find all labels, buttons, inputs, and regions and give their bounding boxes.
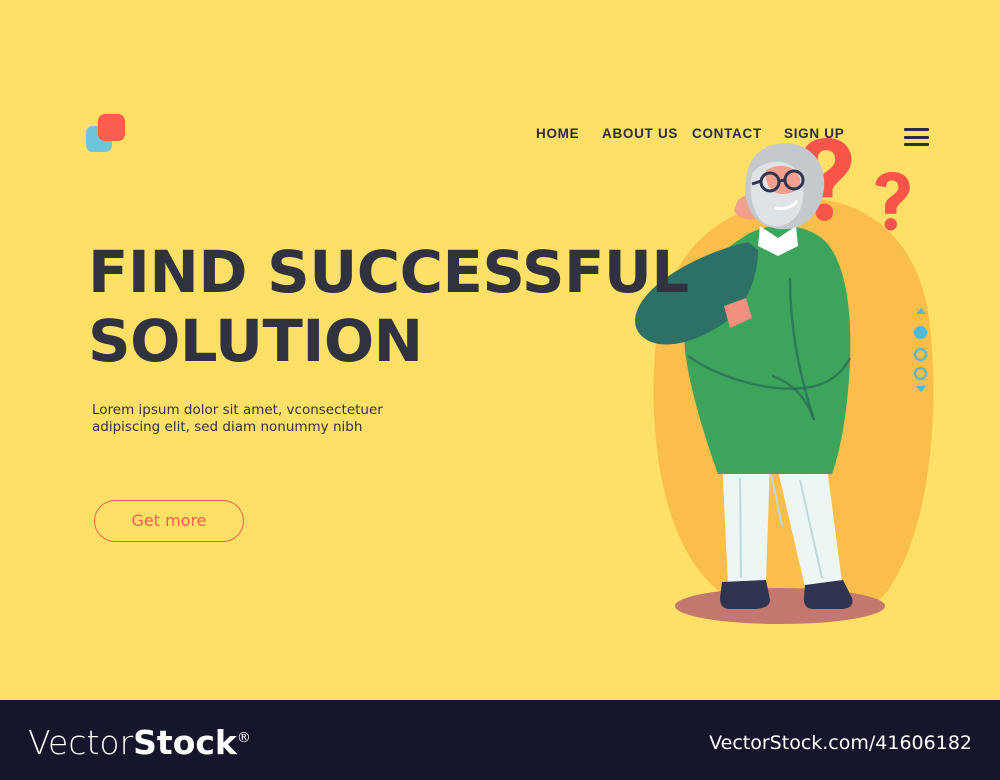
triangle-up-icon[interactable] <box>916 308 926 314</box>
vectorstock-footer: VectorStock® VectorStock.com/41606182 <box>0 700 1000 780</box>
hero-title: FIND SUCCESSFUL SOLUTION <box>88 238 689 375</box>
landing-page-canvas: HOME ABOUT US CONTACT SIGN UP FIND SUCCE… <box>0 0 1000 700</box>
logo-text-vector: Vector <box>28 723 134 762</box>
site-header: HOME ABOUT US CONTACT SIGN UP <box>0 0 1000 152</box>
slider-dot[interactable] <box>914 367 927 380</box>
nav-item-sign-up[interactable]: SIGN UP <box>784 126 844 141</box>
nav-item-home[interactable]: HOME <box>536 126 579 141</box>
main-navigation: HOME ABOUT US CONTACT SIGN UP <box>520 126 900 148</box>
hamburger-menu-icon[interactable] <box>904 128 929 146</box>
nav-item-about-us[interactable]: ABOUT US <box>602 126 678 141</box>
hamburger-bar <box>904 128 929 131</box>
hamburger-bar <box>904 135 929 139</box>
get-more-button[interactable]: Get more <box>94 500 244 542</box>
logo-square-red-icon <box>98 114 125 141</box>
hamburger-bar <box>904 143 929 146</box>
triangle-down-icon[interactable] <box>916 386 926 392</box>
nav-item-contact[interactable]: CONTACT <box>692 126 762 141</box>
hero-subtitle: Lorem ipsum dolor sit amet, vconsectetue… <box>92 402 383 435</box>
vectorstock-url: VectorStock.com/41606182 <box>709 732 972 754</box>
logo-text-stock: Stock <box>133 723 237 762</box>
ground-shadow <box>675 588 885 624</box>
registered-mark-icon: ® <box>236 730 251 746</box>
vectorstock-logo: VectorStock® <box>28 723 251 762</box>
brand-logo[interactable] <box>86 114 128 156</box>
slider-dot-active[interactable] <box>914 326 927 339</box>
slider-navigation <box>910 308 934 396</box>
slider-dot[interactable] <box>914 348 927 361</box>
